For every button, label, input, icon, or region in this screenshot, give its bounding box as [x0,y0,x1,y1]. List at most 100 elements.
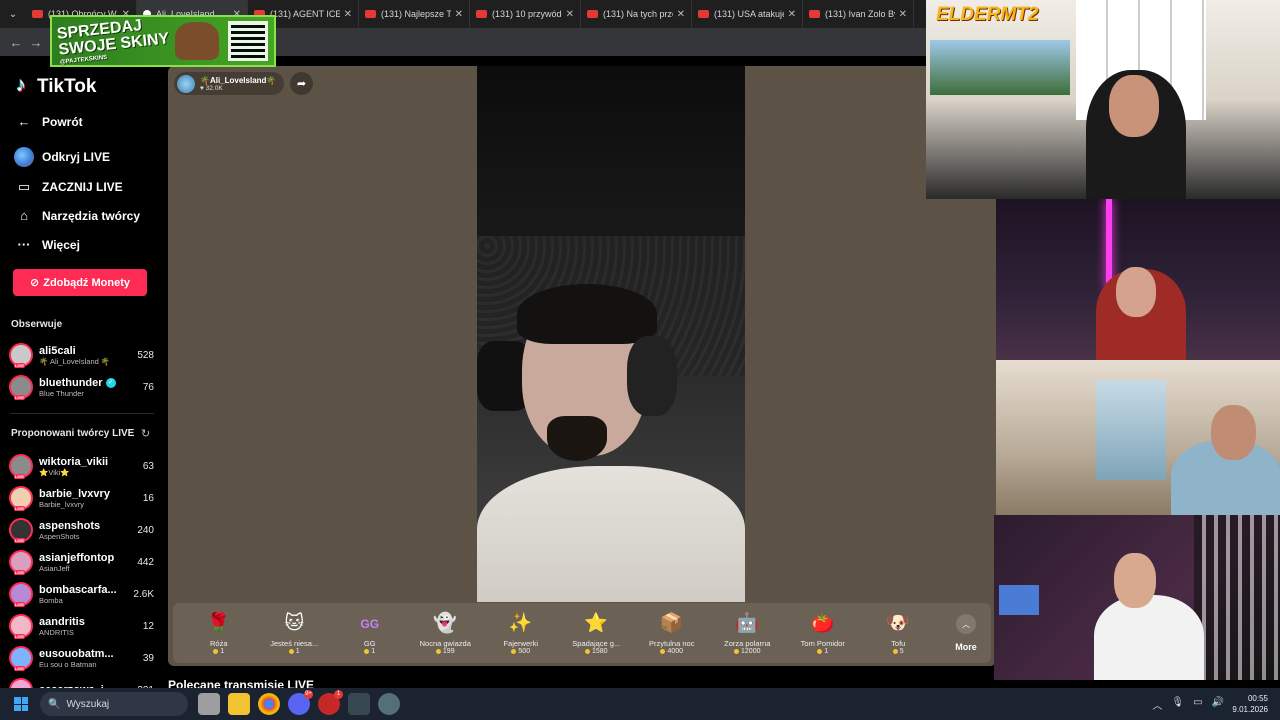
user-name-text: eusouobatm... [39,647,114,660]
network-icon[interactable]: ▭ [1193,697,1202,712]
user-name-text: wiktoria_vikii [39,455,109,468]
gift-item[interactable]: 🐱 Jesteś niesa... 1 [257,612,333,655]
user-subtitle: 🌴 Ali_LoveIsland 🌴 [39,356,111,366]
live-stream-panel: 🌴Ali_LoveIsland🌴 ♥ 32.0K ➦ 🌹 Róża 1 🐱 Jesteś… [168,66,996,666]
sidebar-user-item[interactable]: LIVE aspenshots AspenShots 240 [9,515,154,545]
gift-name: Róża [209,638,228,648]
nav-more[interactable]: ··· Więcej [14,237,80,252]
discord-icon[interactable]: 9+ [288,690,313,715]
close-tab-icon[interactable]: ✕ [455,9,463,20]
microphone-icon[interactable]: 🎙 [1171,697,1184,712]
live-badge: LIVE [14,602,25,607]
gift-bar: 🌹 Róża 1 🐱 Jesteś niesa... 1 GG GG 1 👻 Nocna gwiaz… [173,603,991,663]
close-tab-icon[interactable]: ✕ [899,9,907,20]
browser-tab[interactable]: (131) Najlepsze Te ✕ [359,0,470,28]
sidebar-user-item[interactable]: LIVE asianjeffontop AsianJeff 442 [9,547,154,577]
participant-face [1116,267,1156,317]
gift-icon: 🐱 [284,612,305,634]
sidebar-user-item[interactable]: LIVE bluethunder ✓ Blue Thunder 76 [9,372,154,402]
user-info: eusouobatm... Eu sou o Batman [39,648,139,669]
browser-tab[interactable]: (131) Ivan Zolo By ✕ [803,0,914,28]
taskbar-search-placeholder: Wyszukaj [66,698,110,710]
viewer-count: 2.6K [133,588,154,600]
obs-icon[interactable] [378,693,400,715]
avatar: LIVE [9,550,33,575]
gift-item[interactable]: 📦 Przytulna noc 4000 [634,612,710,655]
gift-icon: ⭐ [584,612,609,634]
browser-tab[interactable]: (131) 10 przywódc ✕ [470,0,581,28]
get-coins-label: Zdobądź Monety [43,276,130,289]
chevron-up-icon: ︿ [956,614,976,634]
gift-item[interactable]: 👻 Nocna gwiazda 199 [408,612,484,655]
nav-back[interactable]: ← Powrót [14,114,83,129]
gift-icon: 🤖 [735,612,760,634]
gift-item[interactable]: ⭐ Spadające g... 1580 [559,612,635,655]
gift-item[interactable]: 🐶 Tofu 5 [861,612,937,655]
gift-item[interactable]: GG GG 1 [332,612,408,655]
browser-tab[interactable]: (131) Na tych prze ✕ [581,0,692,28]
gift-icon: 🌹 [206,612,231,634]
user-name: aandritis [39,616,139,628]
user-name-text: barbie_lvxvry [39,487,110,500]
viewer-count: 240 [137,524,154,536]
back-arrow-icon[interactable]: ← [6,35,26,50]
get-coins-button[interactable]: ⊘ Zdobądź Monety [13,269,147,296]
system-clock[interactable]: 00:55 9.01.2026 [1232,693,1268,715]
close-tab-icon[interactable]: ✕ [677,9,685,20]
nav-more-label: Więcej [42,237,80,252]
sidebar-user-item[interactable]: LIVE aandritis ANDRITIS 12 [9,611,154,641]
gift-price: 1 [289,648,300,655]
excel-like-icon[interactable] [348,693,370,715]
task-view-icon[interactable] [198,693,220,715]
sidebar-user-item[interactable]: LIVE bombascarfa... Bomba 2.6K [9,579,154,609]
gifts-more-button[interactable]: ︿ More [941,614,991,652]
live-video[interactable] [477,66,745,602]
chrome-icon[interactable] [258,693,280,715]
close-tab-icon[interactable]: ✕ [344,9,352,20]
gift-name: Fajerwerki [503,638,539,648]
gift-name: Przytulna noc [649,638,695,648]
webcam-participant-2 [996,199,1280,360]
tab-search-chevron-icon[interactable]: ⌄ [0,0,26,28]
taskbar-search[interactable]: 🔍 Wyszukaj [40,692,188,716]
participant-body [1094,595,1204,680]
tiktok-logo[interactable]: TikTok [16,74,96,98]
volume-icon[interactable]: 🔊 [1212,697,1224,712]
user-info: bluethunder ✓ Blue Thunder [39,377,139,398]
sidebar-user-item[interactable]: LIVE wiktoria_vikii ⭐Viki⭐ 63 [9,451,154,481]
sidebar-user-item[interactable]: LIVEcesarzowa_i...331 [9,675,154,688]
host-badge[interactable]: 🌴Ali_LoveIsland🌴 ♥ 32.0K [174,72,285,95]
tray-chevron-icon[interactable]: ︿ [1152,697,1162,712]
more-dots-icon: ··· [17,237,31,252]
nav-start-live[interactable]: ▭ ZACZNIJ LIVE [14,179,123,195]
file-explorer-icon[interactable] [228,693,250,715]
nav-creator-tools[interactable]: ⌂ Narzędzia twórcy [14,208,140,223]
sidebar-user-item[interactable]: LIVE barbie_lvxvry Barbie_lvxvry 16 [9,483,154,513]
aquarium [930,40,1070,95]
gift-price: 500 [511,648,530,655]
close-tab-icon[interactable]: ✕ [566,9,574,20]
viewer-count: 76 [142,381,154,393]
gift-name: Tofu [891,638,906,648]
sidebar-user-item[interactable]: LIVE ali5cali 🌴 Ali_LoveIsland 🌴 528 [9,340,154,370]
windows-start-icon[interactable] [14,697,28,711]
user-info: aspenshots AspenShots [39,520,133,541]
share-icon[interactable]: ➦ [290,72,313,95]
gift-item[interactable]: ✨ Fajerwerki 500 [483,612,559,655]
forward-arrow-icon[interactable]: → [26,35,46,50]
sidebar-user-item[interactable]: LIVE eusouobatm... Eu sou o Batman 39 [9,643,154,673]
close-tab-icon[interactable]: ✕ [788,9,796,20]
app-icon[interactable]: 1 [318,690,343,715]
browser-tab[interactable]: (131) USA atakuje ✕ [692,0,803,28]
user-name: asianjeffontop [39,552,133,564]
gift-price: 5 [893,648,904,655]
nav-discover-label: Odkryj LIVE [42,150,111,164]
gift-item[interactable]: 🍅 Tom Pomidor 1 [785,612,861,655]
gift-price: 4000 [660,648,683,655]
nav-discover-live[interactable]: Odkryj LIVE [14,147,110,167]
refresh-icon[interactable]: ↻ [141,427,150,440]
gift-item[interactable]: 🌹 Róża 1 [181,612,257,655]
windows-taskbar: 🔍 Wyszukaj 9+ 1 ︿ 🎙 ▭ 🔊 00:55 9.01.2026 [0,688,1280,720]
gift-item[interactable]: 🤖 Zorza polarna 12000 [710,612,786,655]
sidebar-divider [10,413,154,414]
